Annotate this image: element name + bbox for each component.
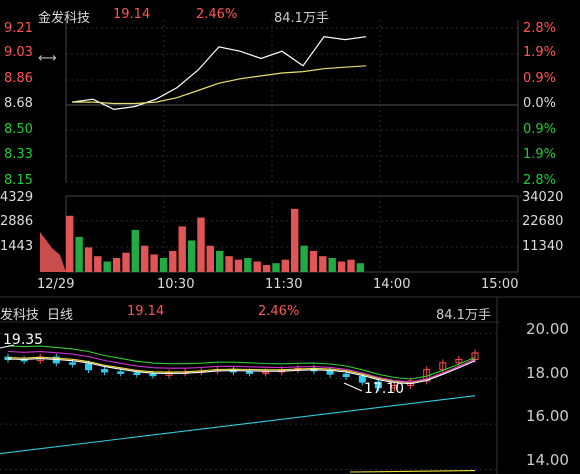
volume-bar	[216, 250, 224, 272]
ma10-line	[349, 470, 476, 473]
volume-bar	[131, 229, 139, 272]
volume-bar	[122, 252, 130, 272]
volume-tick: 2886	[0, 214, 34, 229]
low-marker-pointer	[343, 382, 363, 392]
volume-bar	[300, 245, 308, 272]
volume-bar	[328, 258, 336, 272]
candlestick	[149, 373, 157, 377]
volume-bar	[225, 256, 233, 272]
price-tick: 8.33	[4, 147, 33, 162]
daily-price-tick: 20.00	[526, 320, 569, 338]
volume-bar	[244, 258, 252, 272]
price-tick: 8.68	[4, 96, 33, 111]
daily-price-tick: 18.00	[526, 364, 569, 382]
stock-name: 金发科技	[38, 11, 91, 26]
volume-bar	[291, 208, 299, 272]
daily-change-percent: 2.46%	[258, 304, 300, 319]
daily-price-tick: 14.00	[526, 451, 569, 469]
pct-tick: 0.9%	[523, 71, 557, 86]
daily-volume: 84.1万手	[436, 308, 491, 323]
ma60-line	[7, 345, 476, 380]
volume-tick: 1443	[0, 239, 34, 254]
price-tick: 8.15	[4, 173, 33, 188]
volume-bar	[356, 263, 364, 272]
daily-price-tick: 16.00	[526, 407, 569, 425]
volume-bar	[103, 261, 111, 272]
volume-bar	[66, 215, 74, 272]
pct-tick: 1.9%	[523, 147, 557, 162]
volume-tick: 34020	[522, 190, 564, 205]
volume-bar	[281, 259, 289, 272]
candlestick	[342, 373, 350, 378]
price-tick: 8.50	[4, 122, 33, 137]
price-line	[71, 36, 367, 111]
candlestick	[68, 362, 76, 365]
volume-bar	[169, 250, 177, 272]
time-tick: 15:00	[481, 277, 519, 292]
pct-tick: 0.9%	[523, 122, 557, 137]
volume-bar	[234, 259, 243, 272]
high-marker-label: 19.35	[3, 332, 44, 348]
time-tick: 10:30	[157, 277, 195, 292]
volume-bar	[84, 247, 93, 272]
volume-bar	[159, 258, 168, 272]
volume-bar	[75, 236, 83, 272]
daily-price: 19.14	[127, 304, 165, 319]
change-percent: 2.46%	[196, 7, 238, 22]
pct-tick: 0.0%	[523, 96, 557, 111]
volume-bar	[112, 258, 121, 272]
volume-tick: 11340	[522, 239, 564, 254]
pct-tick: 1.9%	[523, 45, 557, 60]
expand-horizontal-icon[interactable]: ⟷	[38, 52, 57, 66]
volume-bar	[187, 240, 196, 272]
volume-bar	[319, 256, 327, 272]
volume-bar	[141, 245, 149, 272]
candlestick	[133, 372, 141, 375]
candlestick	[85, 363, 92, 371]
volume-bar	[150, 254, 158, 272]
volume-bar	[197, 217, 205, 272]
volume-bar	[253, 261, 261, 272]
volume-bar	[40, 232, 66, 272]
volume-tick: 22680	[522, 214, 564, 229]
volume-bar	[206, 245, 214, 272]
candlestick	[117, 371, 125, 374]
volume-bar	[347, 259, 355, 272]
volume-bar	[94, 256, 102, 272]
volume-bar	[178, 226, 186, 272]
time-tick: 14:00	[373, 277, 411, 292]
volume-bar	[309, 250, 318, 272]
volume-bar	[337, 261, 346, 272]
price-tick: 9.21	[4, 21, 33, 36]
pct-tick: 2.8%	[523, 21, 557, 36]
volume-total: 84.1万手	[274, 11, 329, 26]
ma20-line	[7, 350, 476, 383]
trend-line	[0, 395, 476, 455]
average-price-line	[72, 65, 367, 105]
pct-tick: 2.8%	[523, 173, 557, 188]
current-price: 19.14	[113, 7, 151, 22]
volume-tick: 4329	[0, 190, 34, 205]
candlestick	[246, 371, 254, 374]
chart-canvas	[0, 20, 580, 474]
volume-bar	[262, 265, 271, 272]
daily-stock-name: 发科技	[0, 308, 40, 323]
price-tick: 9.03	[4, 45, 33, 60]
time-tick: 12/29	[37, 277, 75, 292]
time-tick: 11:30	[265, 277, 303, 292]
price-tick: 8.86	[4, 71, 33, 86]
low-marker-label: 17.10	[364, 381, 405, 397]
daily-period-label[interactable]: 日线	[47, 304, 73, 323]
candlestick	[101, 369, 109, 373]
candlestick	[326, 370, 334, 375]
volume-bar	[272, 263, 280, 272]
